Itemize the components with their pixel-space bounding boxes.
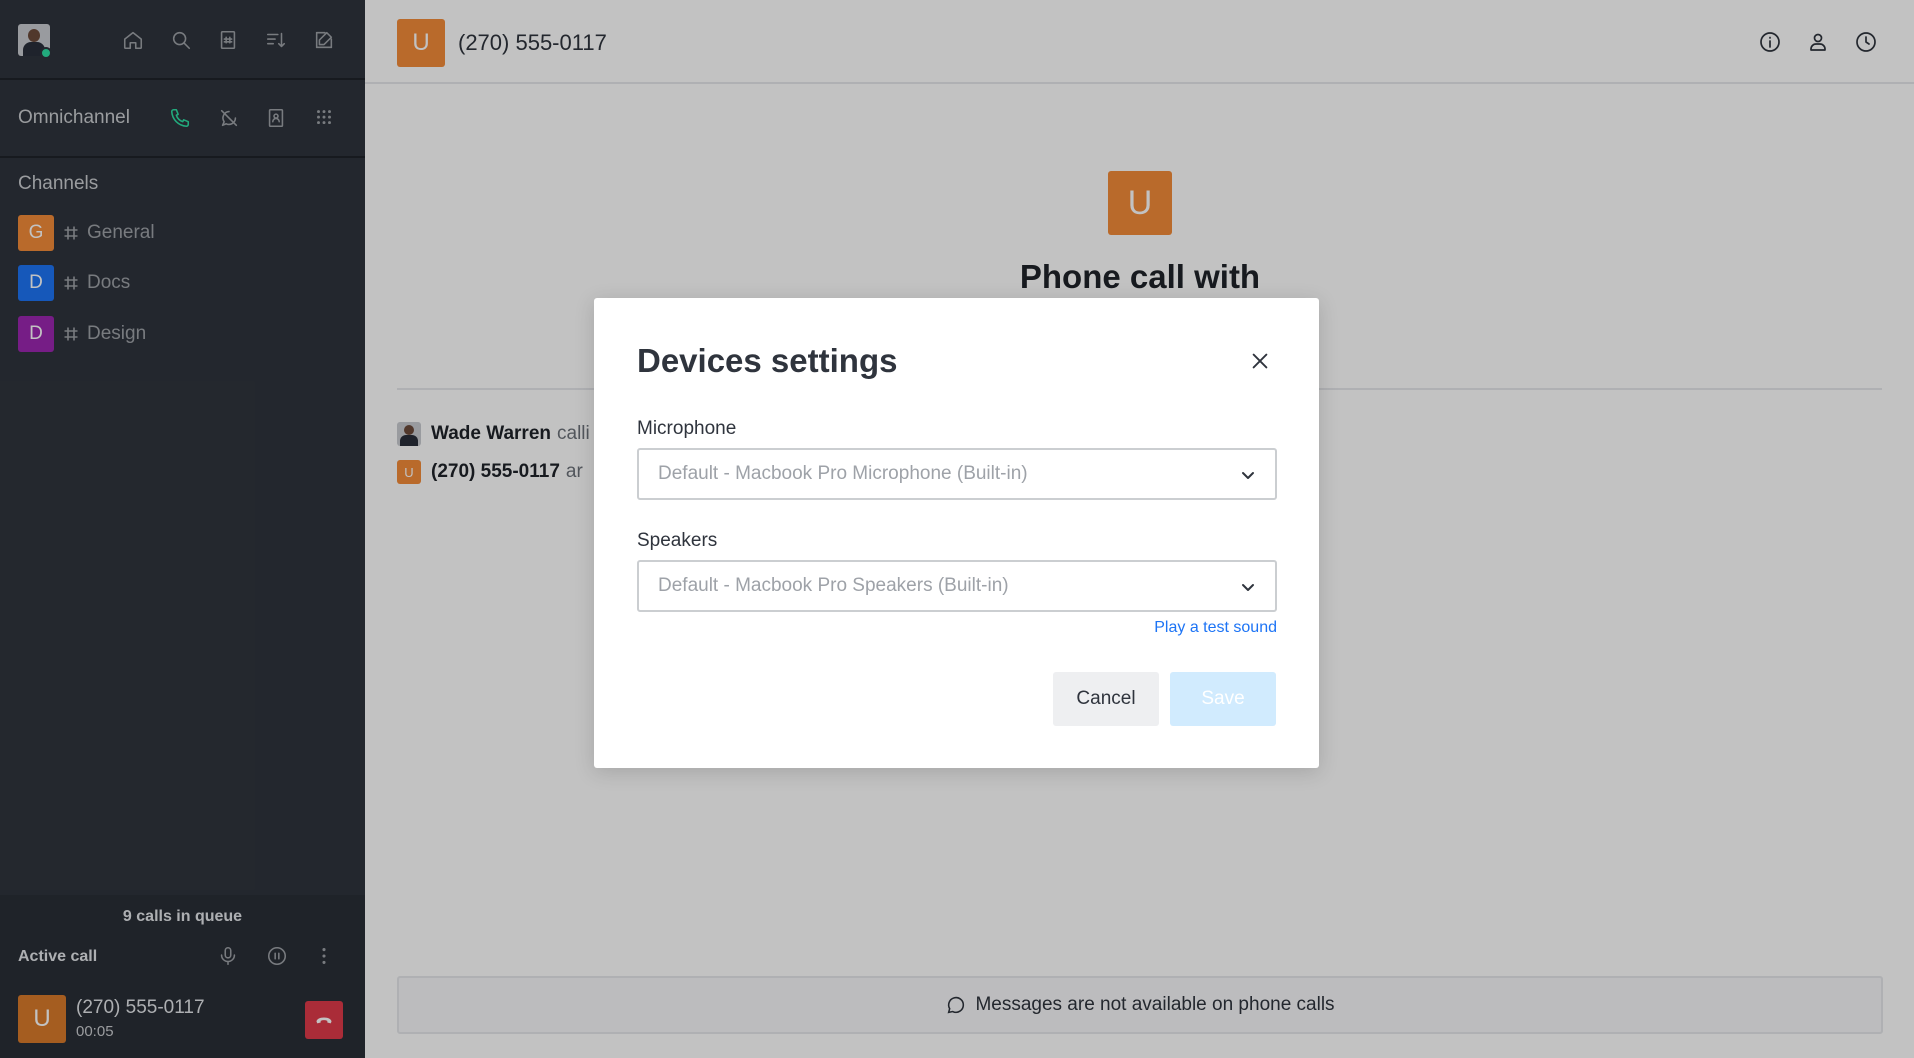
microphone-value: Default - Macbook Pro Microphone (Built-… [658, 463, 1028, 484]
chevron-down-icon [1239, 466, 1257, 484]
cancel-button[interactable]: Cancel [1053, 672, 1159, 726]
speakers-label: Speakers [637, 530, 718, 551]
play-test-sound-link[interactable]: Play a test sound [1154, 619, 1277, 637]
modal-title: Devices settings [637, 342, 898, 379]
save-button[interactable]: Save [1170, 672, 1276, 726]
chevron-down-icon [1239, 578, 1257, 596]
speakers-value: Default - Macbook Pro Speakers (Built-in… [658, 575, 1009, 596]
speakers-select[interactable]: Default - Macbook Pro Speakers (Built-in… [637, 560, 1277, 612]
close-button[interactable] [1245, 346, 1275, 376]
microphone-select[interactable]: Default - Macbook Pro Microphone (Built-… [637, 448, 1277, 500]
microphone-label: Microphone [637, 418, 737, 439]
devices-settings-modal: Devices settings Microphone Default - Ma… [594, 298, 1319, 768]
close-icon [1252, 353, 1268, 369]
